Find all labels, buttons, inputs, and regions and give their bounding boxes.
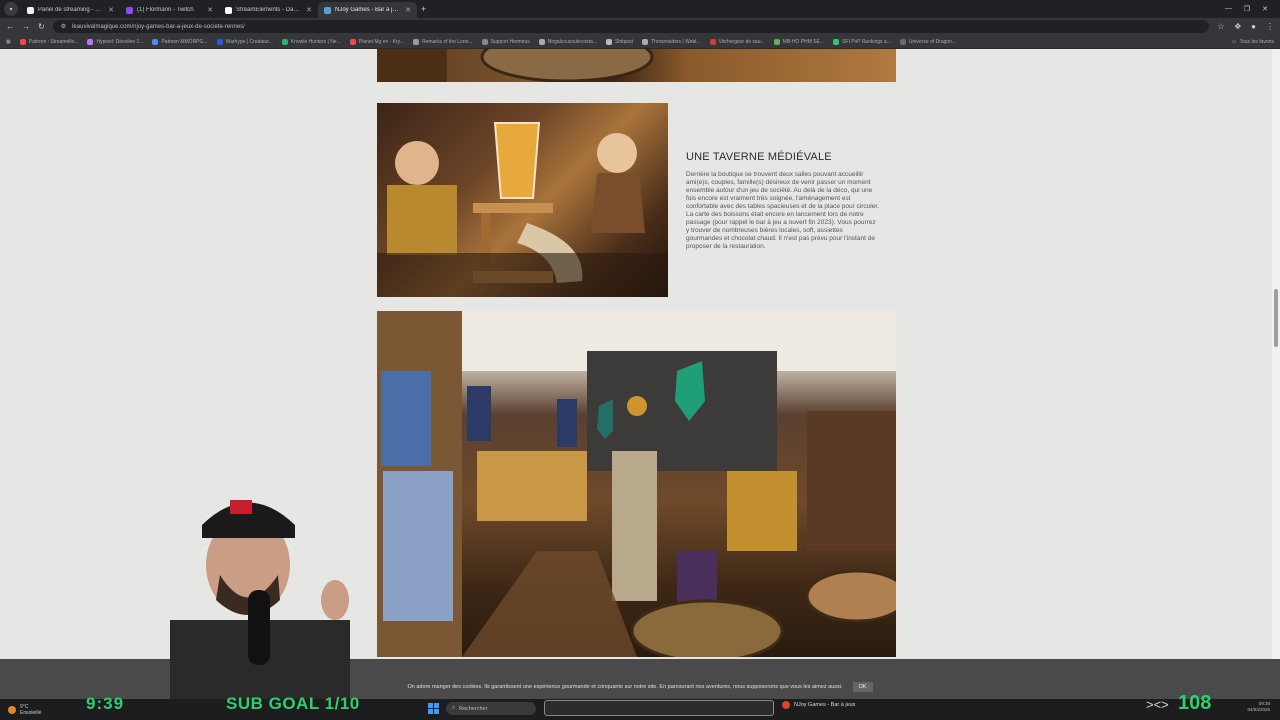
close-window-icon[interactable]: ✕ [1262, 5, 1268, 13]
bookmark-favicon [281, 38, 288, 45]
window-controls: — ❐ ✕ [1225, 5, 1280, 13]
bookmark-item[interactable]: Planet Mg en - Kry... [349, 38, 404, 45]
fish-logo-icon: ><> [1146, 697, 1169, 712]
all-bookmarks-folder[interactable]: ▭ Tous les favoris [1232, 39, 1274, 45]
new-tab-icon[interactable]: + [421, 4, 426, 14]
tab-streamelements[interactable]: StreamElements - Dashboard ✕ [219, 2, 318, 18]
close-icon[interactable]: ✕ [306, 6, 312, 14]
bookmark-item[interactable]: Shitpost [605, 38, 633, 45]
bookmark-favicon [412, 38, 419, 45]
bookmark-favicon [87, 38, 94, 45]
close-icon[interactable]: ✕ [405, 6, 411, 14]
tab-bar: ▾ Panel de streaming - Wise.Bui ✕ (1) Fl… [0, 0, 1280, 18]
back-icon[interactable]: ← [6, 22, 14, 31]
weather-widget[interactable]: 9°C Ensoleillé [8, 704, 68, 716]
tab-search-button[interactable]: ▾ [4, 2, 18, 16]
minimize-icon[interactable]: — [1225, 5, 1232, 13]
chrome-icon [782, 701, 790, 709]
taskbar-active-window[interactable]: NJoy Games - Bar à jeux [782, 701, 855, 709]
tab-favicon [27, 6, 34, 14]
bookmark-favicon [481, 38, 488, 45]
search-icon: ⌕ [452, 705, 456, 711]
bookmark-item[interactable]: Warhype | Createur... [216, 38, 273, 45]
bookmark-item[interactable]: Knowle Hunters | Ne... [281, 38, 341, 45]
toolbar-actions: ☆ ✥ ● ⋮ [1217, 22, 1274, 31]
barrel-photo-art [377, 49, 654, 82]
search-placeholder: Rechercher [459, 705, 488, 712]
taskbar-apps[interactable] [544, 700, 774, 716]
barrel-photo [377, 49, 896, 82]
system-clock[interactable]: 09:39 04/03/2026 [1247, 701, 1270, 713]
cookie-text: On adore manger des cookies. Ils garanti… [407, 684, 843, 690]
page-scrollbar[interactable] [1272, 49, 1280, 659]
cookie-ok-button[interactable]: OK [852, 682, 873, 692]
taskbar-search[interactable]: ⌕ Rechercher [446, 702, 536, 715]
bookmark-favicon [642, 38, 649, 45]
shop-interior-art [377, 311, 896, 657]
bookmark-star-icon[interactable]: ☆ [1217, 22, 1224, 31]
browser-toolbar: ← → ↻ ⚙ leauvivalmagique.com/njoy-games-… [0, 18, 1280, 35]
profile-avatar-icon[interactable]: ● [1251, 22, 1256, 31]
menu-icon[interactable]: ⋮ [1266, 22, 1274, 31]
sun-icon [8, 705, 16, 714]
tavern-kids-photo [377, 103, 668, 297]
bookmark-item[interactable]: Hypixel: Dévoilee 1... [87, 38, 143, 45]
windows-start-icon[interactable] [428, 703, 439, 714]
tab-streaming-panel[interactable]: Panel de streaming - Wise.Bui ✕ [21, 2, 120, 18]
bookmark-item[interactable]: Support Hermeus [481, 38, 530, 45]
url-text: leauvivalmagique.com/njoy-games-bar-a-je… [72, 23, 245, 30]
weather-desc: Ensoleillé [20, 709, 42, 716]
bookmark-item[interactable]: Patreon : Streamelle... [19, 38, 78, 45]
tab-twitch[interactable]: (1) Flormann - Twitch ✕ [120, 2, 219, 18]
bookmark-item[interactable]: Vitchergeur de sau... [709, 38, 765, 45]
section-title: UNE TAVERNE MÉDIÉVALE [686, 151, 832, 163]
bookmark-item[interactable]: Thrownsiders | Webl... [642, 38, 701, 45]
stream-timer: 9:39 [86, 694, 125, 713]
site-info-icon[interactable]: ⚙ [61, 23, 66, 30]
shop-interior-photo [377, 311, 896, 657]
bookmark-favicon [773, 38, 780, 45]
bookmark-favicon [709, 38, 716, 45]
bookmark-item[interactable]: Universe of Dragon... [899, 38, 956, 45]
bookmark-item[interactable]: Patreon MMORPG... [152, 38, 208, 45]
bookmark-item[interactable]: Nirgalcoucoulecosta... [538, 38, 597, 45]
bookmark-item[interactable]: MB-HO PHM SE... [773, 38, 824, 45]
bookmark-favicon [216, 38, 223, 45]
bookmarks-bar: ▦ Patreon : Streamelle... Hypixel: Dévoi… [0, 35, 1280, 49]
sub-goal: SUB GOAL 1/10 [226, 694, 360, 713]
section-body: Derrière la boutique se trouvent deux sa… [686, 171, 879, 250]
folder-icon: ▭ [1231, 38, 1237, 45]
bookmark-favicon [605, 38, 612, 45]
bookmark-favicon [899, 38, 906, 45]
close-icon[interactable]: ✕ [207, 6, 213, 14]
bookmark-favicon [152, 38, 159, 45]
bookmark-favicon [538, 38, 545, 45]
reload-icon[interactable]: ↻ [38, 22, 45, 31]
scrollbar-thumb[interactable] [1274, 289, 1278, 347]
apps-grid-icon[interactable]: ▦ [6, 39, 11, 45]
follower-count: 108 [1178, 692, 1212, 714]
bookmark-item[interactable]: Remarks of the Lone... [412, 38, 473, 45]
bookmark-favicon [833, 38, 840, 45]
tab-favicon [225, 6, 232, 14]
bookmark-favicon [19, 38, 26, 45]
maximize-icon[interactable]: ❐ [1244, 5, 1250, 13]
close-icon[interactable]: ✕ [108, 6, 114, 14]
bookmark-item[interactable]: SFI PvP Rankings a... [833, 38, 891, 45]
address-bar[interactable]: ⚙ leauvivalmagique.com/njoy-games-bar-a-… [52, 20, 1210, 33]
forward-icon[interactable]: → [22, 22, 30, 31]
tab-njoy-games[interactable]: NJoy Games - Bar à jeux de so ✕ [318, 2, 417, 18]
bookmark-favicon [349, 38, 356, 45]
extensions-icon[interactable]: ✥ [1234, 22, 1241, 31]
webcam-overlay [170, 500, 350, 720]
tab-favicon [324, 6, 331, 14]
tavern-kids-art [377, 122, 668, 297]
tab-favicon [126, 6, 133, 14]
